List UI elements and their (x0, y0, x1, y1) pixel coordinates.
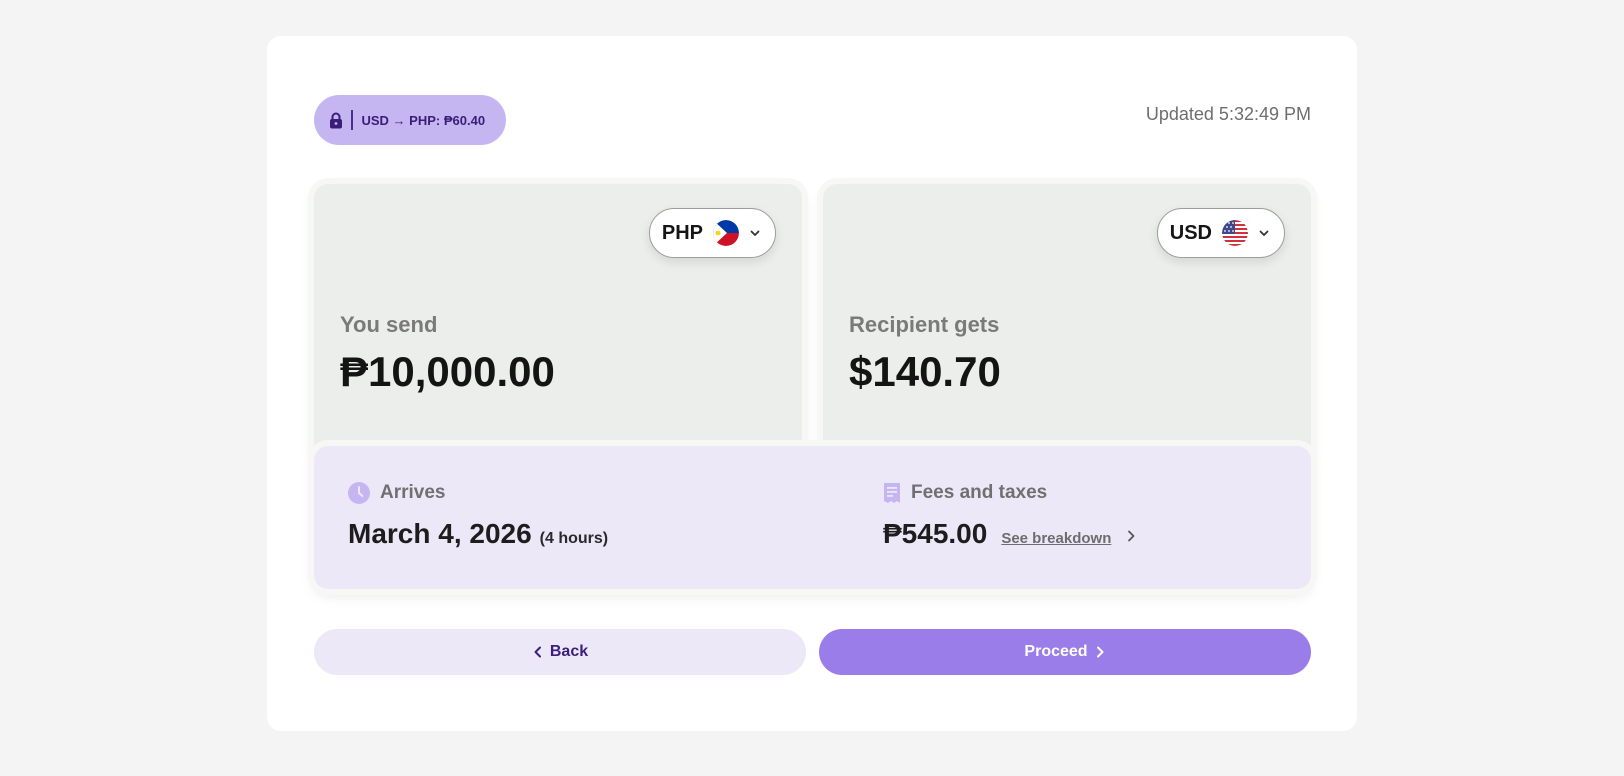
clock-icon (348, 482, 370, 504)
badge-divider (351, 110, 353, 130)
us-flag-icon (1222, 220, 1248, 246)
exchange-rate-badge: USD → PHP: ₱60.40 (314, 95, 506, 145)
fees-title: Fees and taxes (911, 482, 1048, 503)
receive-amount: $140.70 (849, 348, 1001, 395)
receipt-icon (884, 483, 900, 503)
fees-section: Fees and taxes ₱545.00 See breakdown (883, 482, 1137, 550)
send-amount-card: PHP You send ₱10,000.00 (314, 184, 802, 460)
back-button-label: Back (549, 643, 589, 660)
chevron-down-icon (750, 230, 760, 236)
back-button[interactable]: Back (314, 629, 806, 675)
chevron-down-icon (1259, 230, 1269, 236)
proceed-button[interactable]: Proceed (819, 629, 1311, 675)
send-label: You send (340, 312, 438, 337)
arrival-duration: (4 hours) (539, 530, 609, 547)
updated-timestamp: Updated 5:32:49 PM (1145, 104, 1311, 124)
transfer-details-card: Arrives March 4, 2026 (4 hours) Fees and… (314, 446, 1311, 589)
chevron-right-icon (1096, 646, 1104, 658)
arrival-title: Arrives (380, 482, 446, 503)
send-currency-selector[interactable]: PHP (648, 208, 776, 258)
transfer-panel: USD → PHP: ₱60.40 Updated 5:32:49 PM PHP (267, 36, 1357, 731)
arrival-section: Arrives March 4, 2026 (4 hours) (348, 482, 608, 550)
send-amount[interactable]: ₱10,000.00 (340, 348, 555, 396)
receive-currency-selector[interactable]: USD (1156, 208, 1285, 258)
receive-currency-code: USD (1169, 221, 1212, 244)
receive-label: Recipient gets (849, 312, 1000, 337)
proceed-button-label: Proceed (1024, 643, 1088, 660)
philippines-flag-icon (713, 220, 739, 246)
see-breakdown-link[interactable]: See breakdown (1001, 530, 1111, 547)
chevron-right-icon[interactable] (1125, 529, 1137, 543)
arrival-date: March 4, 2026 (348, 518, 532, 549)
send-currency-code: PHP (661, 221, 703, 244)
fees-amount: ₱545.00 (883, 518, 988, 549)
chevron-left-icon (534, 646, 541, 658)
lock-icon (328, 111, 344, 129)
receive-amount-card: USD Recipient gets $140.70 (823, 184, 1311, 460)
exchange-rate-text: USD → PHP: ₱60.40 (361, 112, 486, 128)
